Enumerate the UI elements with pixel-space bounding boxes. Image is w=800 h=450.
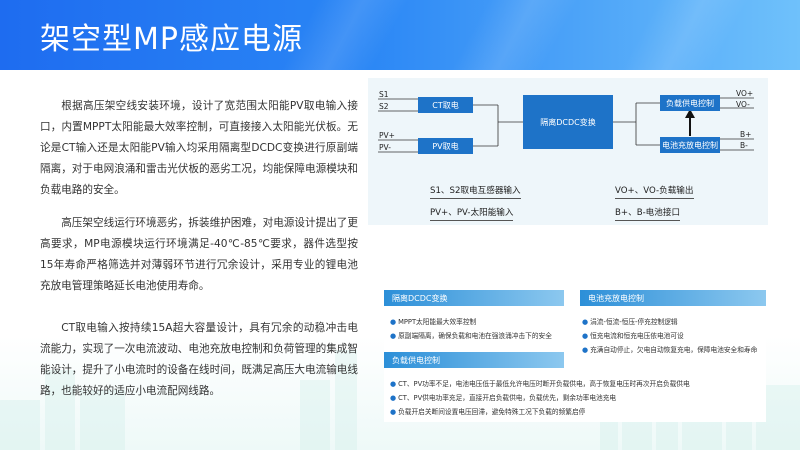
port-vo-plus-label: VO+ (736, 89, 754, 98)
page-title: 架空型MP感应电源 (40, 22, 303, 57)
intro-paragraph: 根据高压架空线安装环境，设计了宽范围太阳能PV取电输入接口，内置MPPT太阳能最… (40, 100, 358, 196)
header-decoration (621, 0, 749, 70)
battery-feature-item: ● 涓流-恒流-恒压-停充控制逻辑 (582, 318, 678, 326)
header-decoration (451, 0, 579, 70)
dcdc-feature-item: ● 原副端隔离，确保负载和电池在强浪涌冲击下的安全 (390, 332, 552, 340)
legend-s-inputs: S1、S2取电互感器输入 (430, 184, 521, 199)
port-pv-plus-label: PV+ (379, 131, 395, 140)
dcdc-feature-item: ● MPPT太阳能最大效率控制 (390, 318, 477, 326)
load-feature-item: ● CT、PV功率不足，电池电压低于最低允许电压时断开负载供电，高于恢复电压时再次… (390, 380, 690, 388)
port-b-plus-label: B+ (740, 130, 752, 139)
port-vo-minus-label: VO- (736, 100, 750, 109)
dcdc-section-header: 隔离DCDC变换 (384, 290, 564, 306)
block-diagram: S1 S2 PV+ PV- VO+ VO- B+ B- CT取电 PV取电 隔离… (368, 78, 768, 225)
legend-b-interface: B+、B-电池接口 (615, 206, 681, 221)
ct-paragraph: CT取电输入按持续15A超大容量设计，具有冗余的动稳冲击电流能力，实现了一次电流… (40, 322, 358, 397)
feature-panel: 隔离DCDC变换 电池充放电控制 ● MPPT太阳能最大效率控制 ● 原副端隔离，确… (384, 290, 766, 422)
header-banner: 架空型MP感应电源 (0, 0, 800, 70)
battery-feature-item: ● 恒充电流和恒充电压依电池可设 (582, 332, 684, 340)
pv-block: PV取电 (418, 138, 473, 154)
port-b-minus-label: B- (740, 141, 748, 150)
environment-paragraph: 高压架空线运行环境恶劣，拆装维护困难，对电源设计提出了更高要求，MP电源模块运行… (40, 217, 358, 292)
port-s2-label: S2 (379, 102, 389, 111)
load-section-header: 负载供电控制 (384, 352, 564, 368)
legend-vo-outputs: VO+、VO-负载输出 (615, 184, 694, 199)
load-control-block: 负载供电控制 (660, 95, 720, 111)
battery-feature-item: ● 充满自动停止，欠电自动恢复充电，保障电池安全和寿命 (582, 346, 758, 354)
port-pv-minus-label: PV- (379, 143, 391, 152)
legend-pv-inputs: PV+、PV-太阳能输入 (430, 206, 514, 221)
load-feature-item: ● CT、PV供电功率充足，直接开启负载供电，负载优先，剩余功率电池充电 (390, 394, 617, 402)
port-s1-label: S1 (379, 90, 389, 99)
ct-block: CT取电 (418, 97, 473, 113)
battery-section-header: 电池充放电控制 (580, 290, 766, 306)
load-feature-item: ● 负载开启关断间设置电压回滞，避免特殊工况下负载的频繁启停 (390, 408, 586, 416)
battery-control-block: 电池充放电控制 (660, 137, 720, 153)
dcdc-block: 隔离DCDC变换 (523, 95, 613, 149)
